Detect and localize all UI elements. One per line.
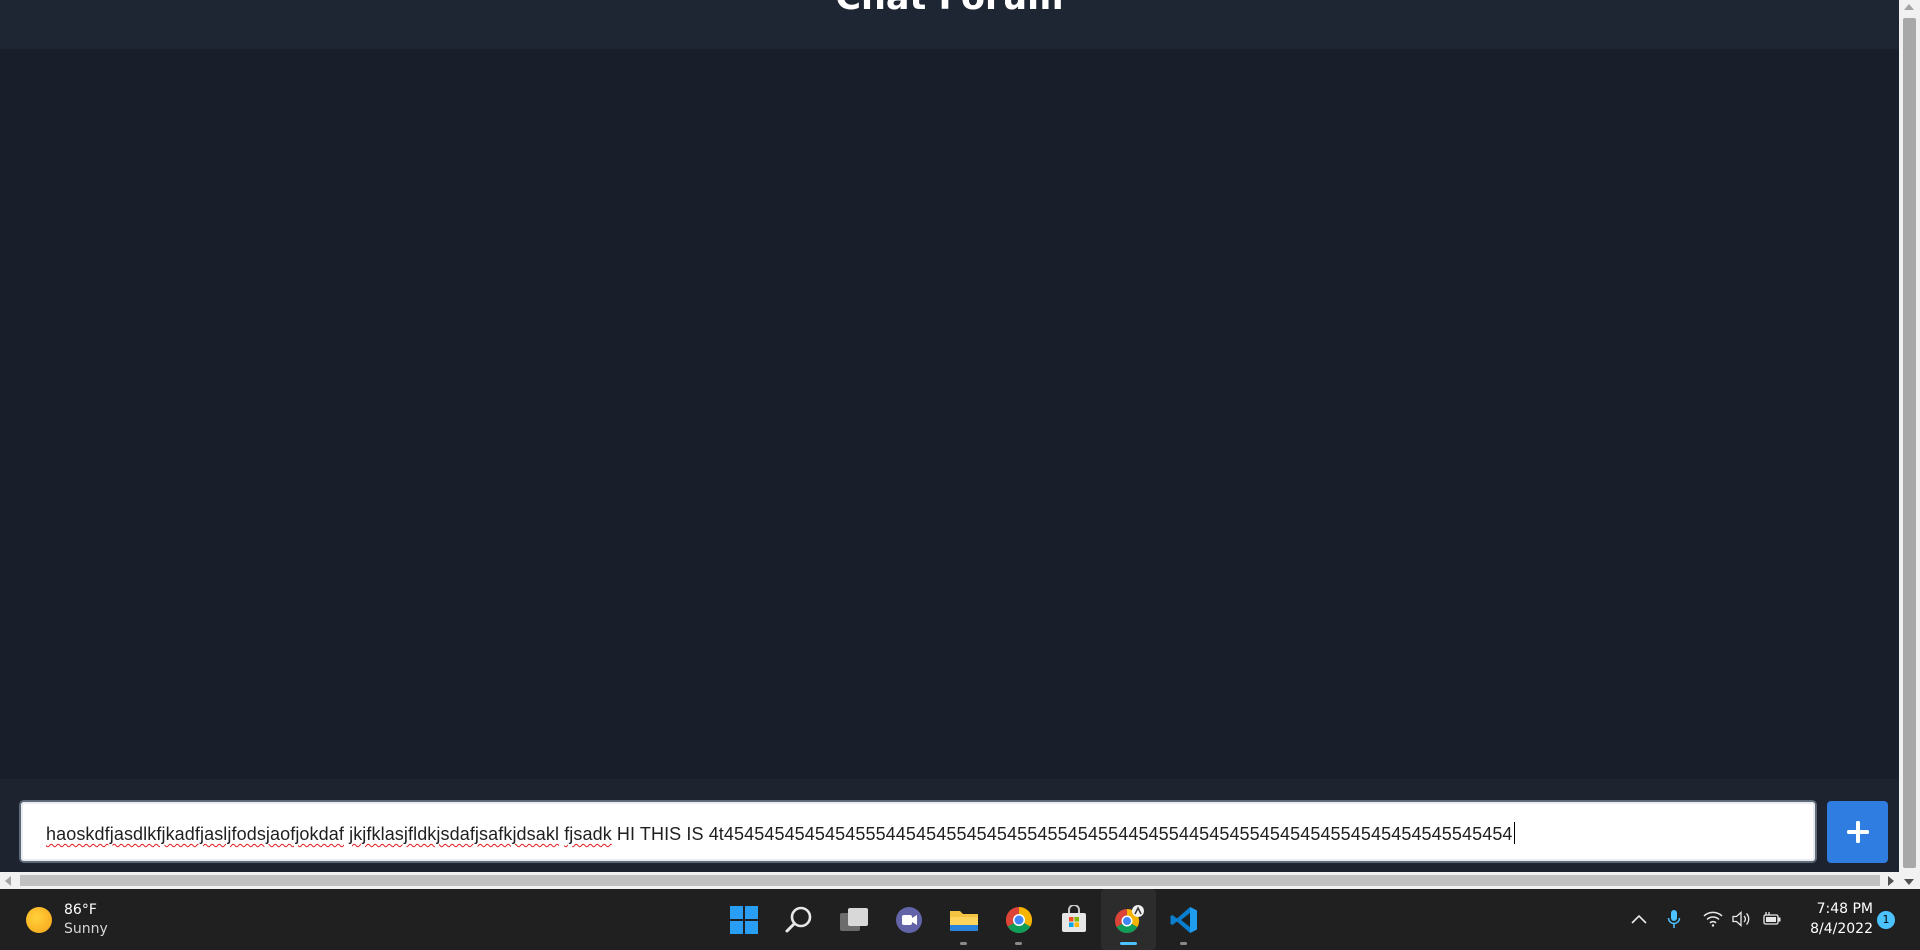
scroll-down-arrow-icon[interactable]: [1904, 879, 1914, 885]
microphone-icon[interactable]: [1664, 909, 1684, 929]
notification-badge[interactable]: 1: [1877, 911, 1895, 929]
app-header: Chat Forum: [0, 0, 1899, 49]
vertical-scrollbar[interactable]: [1899, 0, 1920, 889]
add-message-button[interactable]: [1827, 801, 1888, 863]
horizontal-scroll-thumb[interactable]: [20, 875, 1880, 886]
message-input-text: haoskdfjasdlkfjkadfjasljfodsjaofjokdaf j…: [46, 822, 1515, 845]
scroll-right-arrow-icon[interactable]: [1888, 876, 1894, 886]
horizontal-scrollbar[interactable]: [0, 872, 1899, 889]
message-input[interactable]: haoskdfjasdlkfjkadfjasljfodsjaofjokdaf j…: [19, 800, 1817, 863]
plus-icon: [1846, 821, 1869, 843]
message-text-segment: HI THIS IS 4t454545454545455544545455454…: [611, 824, 1513, 844]
misspelled-word: fjsadk: [564, 824, 612, 844]
volume-icon[interactable]: [1731, 909, 1751, 929]
clock-date: 8/4/2022: [1810, 921, 1873, 937]
vertical-scroll-thumb[interactable]: [1903, 18, 1916, 868]
scroll-up-arrow-icon[interactable]: [1904, 4, 1914, 10]
system-tray: 7:48 PM 8/4/2022 1: [0, 889, 1920, 950]
wifi-icon[interactable]: [1703, 909, 1723, 929]
show-hidden-icons-chevron-up-icon[interactable]: [1629, 909, 1649, 929]
clock-time: 7:48 PM: [1816, 901, 1873, 917]
scroll-left-arrow-icon[interactable]: [5, 876, 11, 886]
page-title: Chat Forum: [0, 0, 1899, 18]
browser-viewport: Chat Forum haoskdfjasdlkfjkadfjasljfodsj…: [0, 0, 1920, 889]
misspelled-word: haoskdfjasdlkfjkadfjasljfodsjaofjokdaf: [46, 824, 344, 844]
battery-icon[interactable]: [1762, 909, 1782, 929]
misspelled-word: jkjfklasjfldkjsdafjsafkjdsakl: [349, 824, 560, 844]
text-caret: [1513, 822, 1515, 844]
windows-taskbar: 86°F Sunny 7:48 PM 8/4/2022 1: [0, 889, 1920, 950]
chat-messages-area: [0, 49, 1899, 779]
system-clock[interactable]: 7:48 PM 8/4/2022: [1801, 899, 1873, 939]
